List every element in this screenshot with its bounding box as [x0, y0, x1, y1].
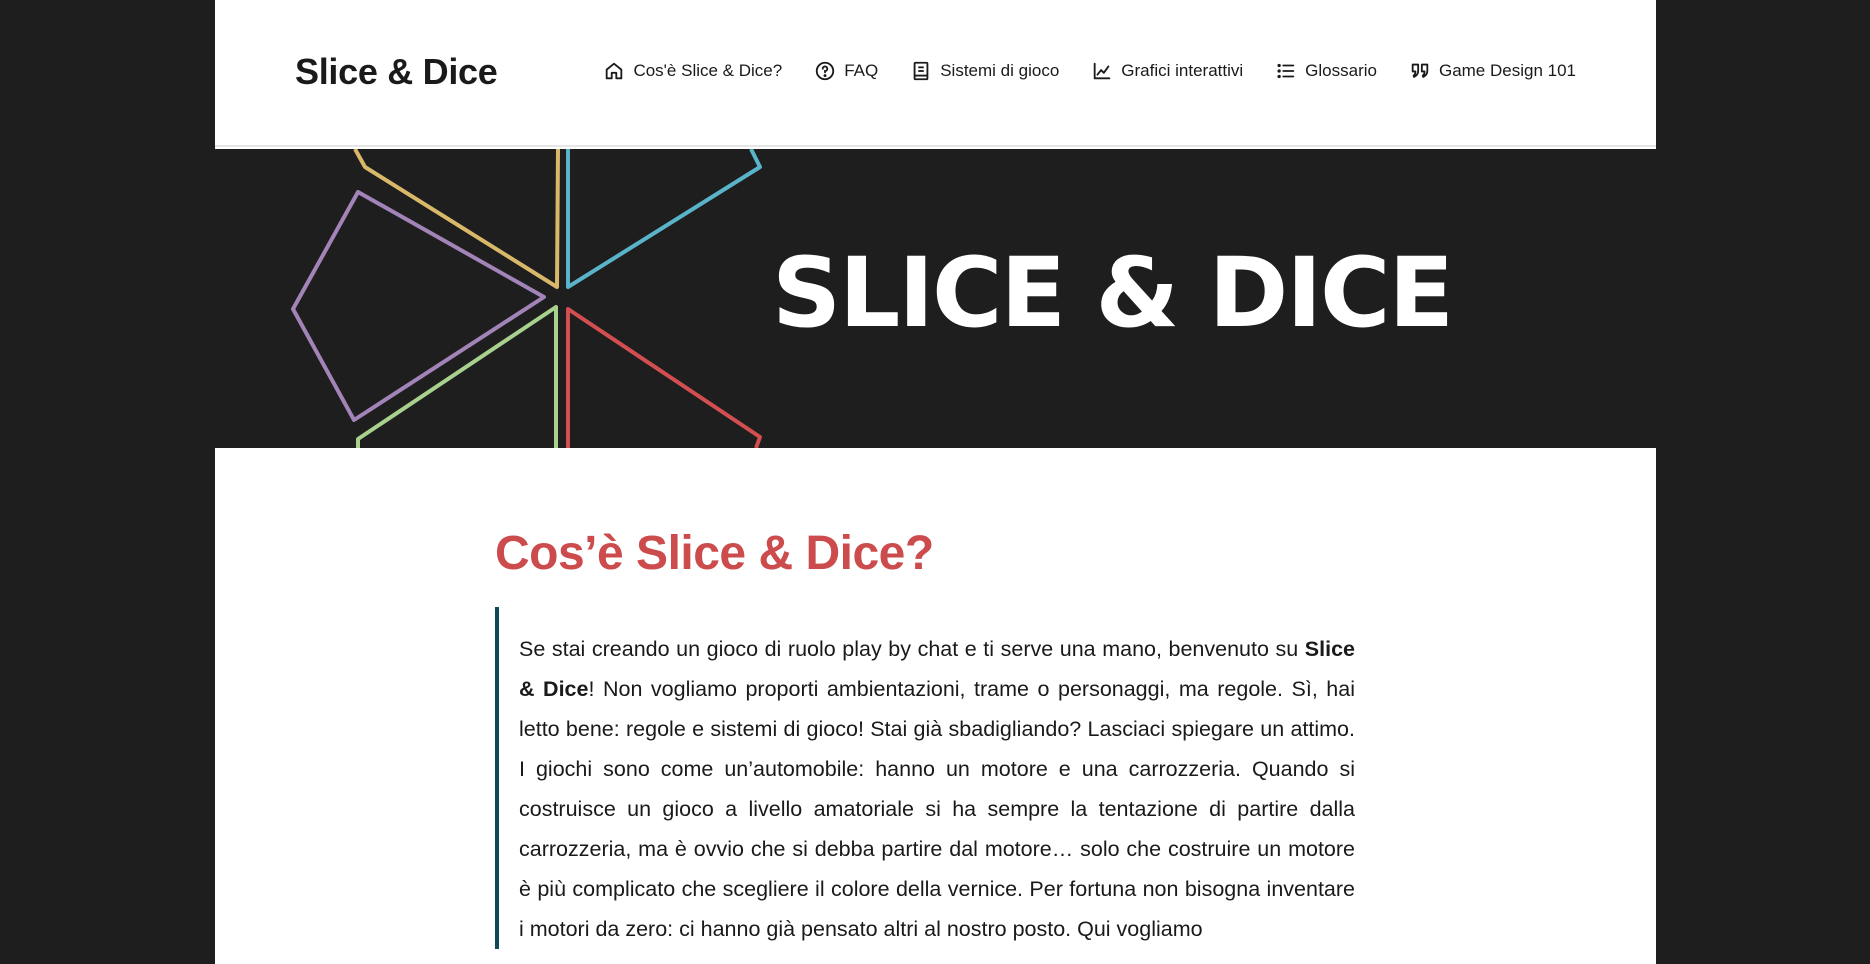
nav-item-game-design[interactable]: Game Design 101: [1409, 60, 1576, 82]
quote-icon: [1409, 60, 1431, 82]
book-icon: [910, 60, 932, 82]
site-header: Slice & Dice Cos'è Slice & Dice? FAQ Sis…: [215, 0, 1656, 147]
home-icon: [603, 60, 625, 82]
nav-item-label: Sistemi di gioco: [940, 61, 1060, 80]
nav-item-label: FAQ: [844, 61, 879, 80]
nav-item-label: Cos'è Slice & Dice?: [633, 61, 783, 80]
nav-item-label: Grafici interattivi: [1121, 61, 1244, 80]
intro-paragraph: Se stai creando un gioco di ruolo play b…: [519, 629, 1355, 949]
intro-text-start: Se stai creando un gioco di ruolo play b…: [519, 637, 1305, 661]
nav-item-charts[interactable]: Grafici interattivi: [1091, 60, 1243, 82]
nav-item-label: Game Design 101: [1438, 61, 1576, 80]
nav-item-faq[interactable]: FAQ: [814, 60, 878, 82]
help-circle-icon: [814, 60, 836, 82]
hero-title: SLICE & DICE: [772, 237, 1454, 349]
intro-text-rest: ! Non vogliamo proporti ambientazioni, t…: [519, 677, 1355, 941]
page-title: Cos’è Slice & Dice?: [495, 527, 934, 580]
intro-blockquote: Se stai creando un gioco di ruolo play b…: [495, 607, 1370, 949]
nav-item-about[interactable]: Cos'è Slice & Dice?: [603, 60, 782, 82]
site-title[interactable]: Slice & Dice: [295, 51, 498, 93]
nav-item-label: Glossario: [1305, 61, 1377, 80]
nav-item-systems[interactable]: Sistemi di gioco: [910, 60, 1059, 82]
page-container: Slice & Dice Cos'è Slice & Dice? FAQ Sis…: [215, 0, 1656, 964]
main-nav: Cos'è Slice & Dice? FAQ Sistemi di gioco…: [603, 60, 1576, 82]
hero-banner: SLICE & DICE: [215, 149, 1656, 448]
nav-item-glossary[interactable]: Glossario: [1275, 60, 1377, 82]
list-icon: [1275, 60, 1297, 82]
chart-line-icon: [1091, 60, 1113, 82]
slice-logo-icon: [291, 149, 762, 448]
main-content: Cos’è Slice & Dice? Se stai creando un g…: [495, 448, 1370, 949]
